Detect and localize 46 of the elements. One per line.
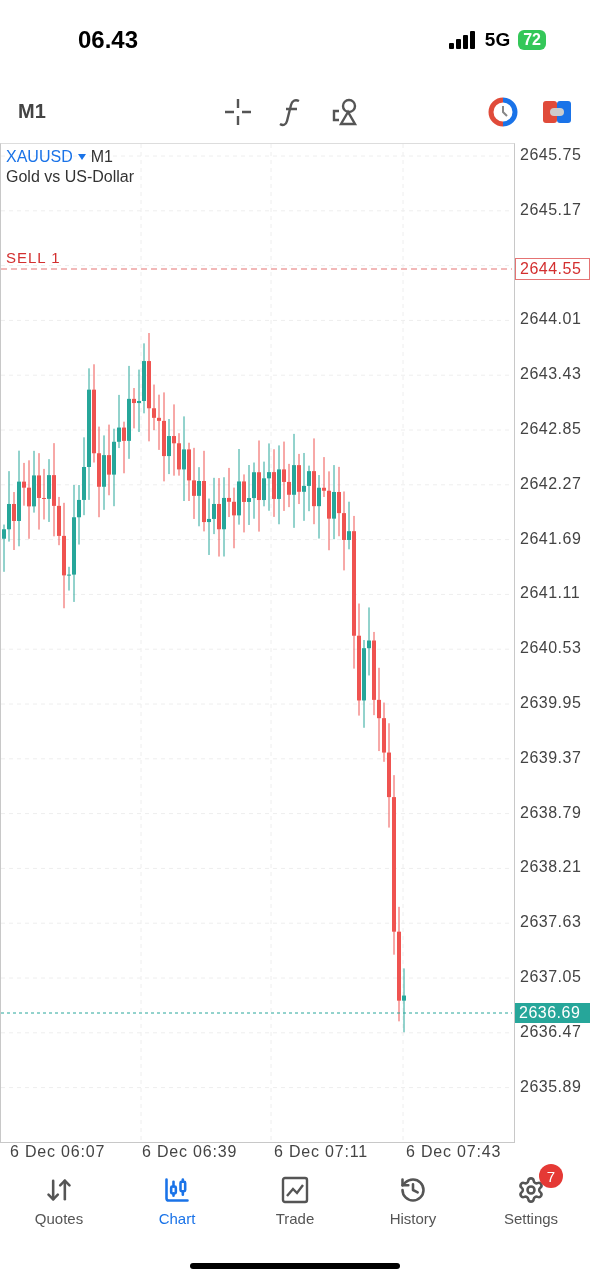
toggle-icon[interactable] — [542, 98, 572, 125]
price-label: 2645.75 — [520, 146, 582, 164]
status-time: 06.43 — [78, 26, 139, 54]
line-chart-icon — [281, 1176, 309, 1204]
notification-badge: 7 — [539, 1164, 563, 1188]
time-label: 6 Dec 06:07 — [10, 1143, 107, 1162]
nav-tab[interactable]: Quotes — [0, 1168, 118, 1240]
price-label: 2635.89 — [520, 1077, 582, 1096]
battery-level: 72 — [518, 30, 546, 50]
time-label: 6 Dec 07:11 — [274, 1143, 369, 1162]
symbol-description: Gold vs US-Dollar — [6, 168, 135, 186]
price-label: 2642.85 — [520, 420, 582, 438]
network-label: 5G — [484, 29, 511, 51]
price-label: 2637.63 — [520, 913, 582, 932]
timeframe-button[interactable]: M1 — [18, 100, 223, 123]
price-label: 2645.17 — [520, 200, 582, 219]
candlestick-icon — [163, 1176, 191, 1204]
nav-tab[interactable]: History — [354, 1168, 472, 1240]
current-price-tag: 2636.69 — [515, 1003, 590, 1023]
sort-arrows-icon — [45, 1176, 73, 1204]
price-label: 2643.43 — [520, 365, 582, 384]
nav-tab[interactable]: Trade — [236, 1168, 354, 1240]
time-label: 6 Dec 06:39 — [142, 1143, 239, 1162]
price-label: 2639.37 — [520, 748, 582, 767]
settings-icon — [517, 1176, 545, 1204]
chart-timeframe: M1 — [90, 148, 113, 166]
price-label: 2641.69 — [520, 529, 582, 548]
caret-icon[interactable] — [77, 154, 86, 160]
clock-toggle-icon[interactable] — [488, 96, 518, 127]
price-label: 2639.95 — [520, 694, 582, 712]
order-label: SELL 1 — [6, 249, 61, 266]
time-label: 6 Dec 07:43 — [406, 1143, 503, 1162]
order-price-tag: 2644.55 — [515, 258, 590, 280]
history-icon — [399, 1176, 427, 1204]
price-label: 2642.27 — [520, 474, 582, 493]
price-label: 2638.79 — [520, 803, 582, 822]
crosshair-icon[interactable] — [223, 96, 253, 127]
price-label: 2644.01 — [520, 310, 582, 329]
price-label: 2641.11 — [520, 584, 581, 603]
price-label: 2640.53 — [520, 639, 582, 658]
price-label: 2636.47 — [520, 1022, 582, 1041]
price-label: 2637.05 — [520, 968, 582, 986]
nav-tab[interactable]: Chart — [118, 1168, 236, 1240]
symbol-name[interactable]: XAUUSD — [6, 148, 73, 166]
price-label: 2638.21 — [520, 858, 582, 877]
signal-icon — [448, 31, 477, 49]
